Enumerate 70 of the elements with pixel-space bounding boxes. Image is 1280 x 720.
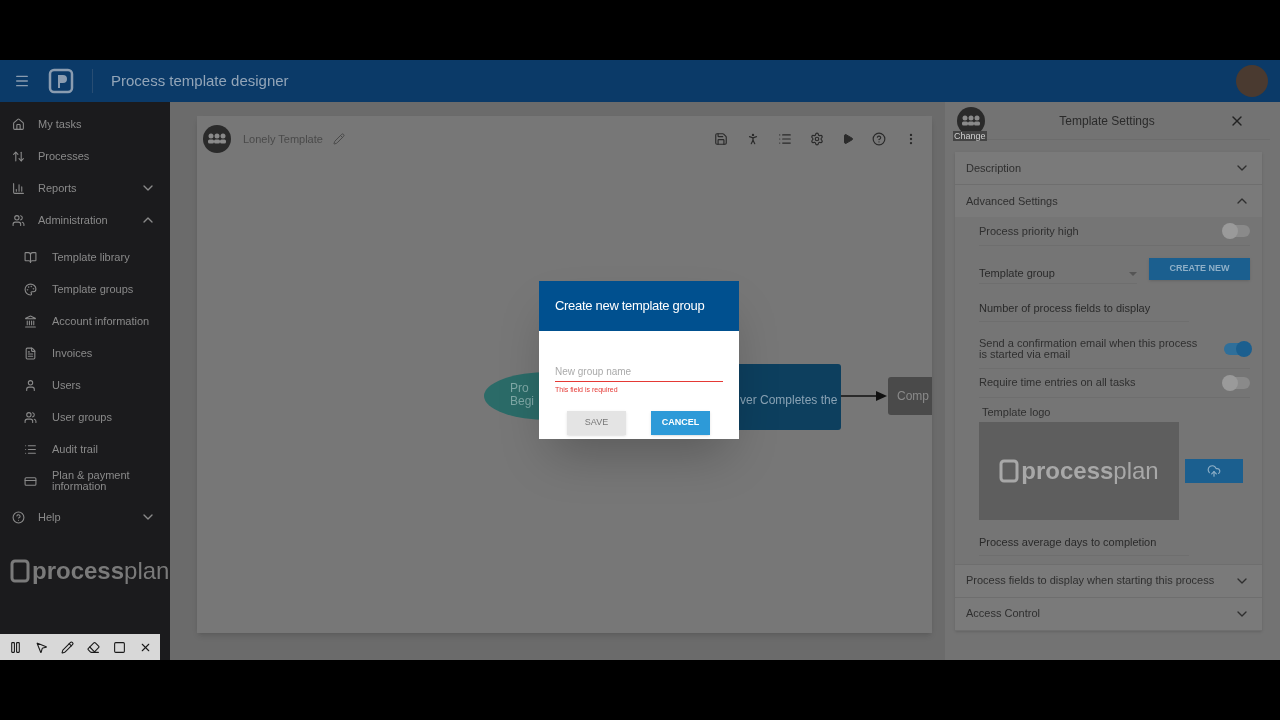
upload-icon bbox=[1207, 464, 1221, 478]
app-logo-icon bbox=[48, 68, 74, 94]
setting-label: Process priority high bbox=[979, 225, 1079, 237]
nav-icon bbox=[24, 314, 37, 328]
sidebar-subitem[interactable]: Plan & payment information bbox=[0, 465, 170, 497]
nav-icon bbox=[12, 510, 25, 524]
connector-arrow bbox=[841, 390, 887, 402]
end-node: Comp bbox=[888, 377, 932, 415]
nav-icon bbox=[24, 410, 37, 424]
nav-icon bbox=[24, 474, 37, 488]
logo-mark-icon bbox=[999, 459, 1020, 483]
sidebar-subitem[interactable]: Audit trail bbox=[0, 433, 170, 465]
upload-button[interactable] bbox=[1185, 459, 1243, 483]
logo-mark-icon bbox=[10, 559, 30, 583]
list-icon[interactable] bbox=[778, 132, 792, 146]
cursor-icon[interactable] bbox=[34, 640, 48, 654]
play-icon[interactable] bbox=[842, 133, 854, 145]
nav-icon bbox=[24, 442, 37, 456]
setting-label: Template logo bbox=[981, 404, 1052, 420]
setting-label: Send a confirmation email when this process is started via email bbox=[979, 337, 1199, 360]
eraser-icon[interactable] bbox=[86, 640, 100, 654]
sidebar-item[interactable]: Processes bbox=[0, 140, 170, 172]
sidebar-subitem[interactable]: Account information bbox=[0, 305, 170, 337]
sidebar-subitem[interactable]: Invoices bbox=[0, 337, 170, 369]
dialog-title: Create new template group bbox=[555, 297, 705, 316]
edit-icon[interactable] bbox=[332, 133, 345, 145]
sidebar-subitem[interactable]: Users bbox=[0, 369, 170, 401]
group-avatar-icon bbox=[203, 125, 231, 153]
change-avatar-label[interactable]: Change bbox=[953, 130, 987, 141]
pause-icon[interactable] bbox=[8, 640, 22, 654]
sidebar-subitem[interactable]: Template library bbox=[0, 241, 170, 273]
accordion-header[interactable]: Access Control bbox=[955, 597, 1262, 630]
logo-wordmark: processplan bbox=[1021, 456, 1159, 486]
dropdown-caret-icon bbox=[1129, 271, 1137, 276]
template-group-select[interactable]: Template group bbox=[979, 254, 1137, 284]
toggle-switch[interactable] bbox=[1224, 225, 1250, 237]
pencil-icon[interactable] bbox=[60, 640, 74, 654]
panel-title: Template Settings bbox=[1058, 112, 1156, 130]
accordion-header[interactable]: Description bbox=[955, 152, 1262, 184]
nav-icon bbox=[24, 250, 37, 264]
sidebar-subitem[interactable]: Template groups bbox=[0, 273, 170, 305]
toggle-switch[interactable] bbox=[1224, 342, 1250, 355]
settings-icon[interactable] bbox=[810, 132, 824, 146]
help-icon[interactable] bbox=[872, 132, 886, 146]
square-icon[interactable] bbox=[112, 640, 126, 654]
menu-icon[interactable] bbox=[14, 73, 30, 89]
sidebar-logo: processplan bbox=[32, 556, 170, 586]
accordion-header[interactable]: Advanced Settings bbox=[955, 185, 1262, 217]
toggle-switch[interactable] bbox=[1224, 376, 1250, 389]
sidebar-subitem[interactable]: User groups bbox=[0, 401, 170, 433]
input-field[interactable]: Number of process fields to display bbox=[979, 300, 1189, 322]
nav-icon bbox=[12, 149, 25, 163]
nav-icon bbox=[24, 378, 37, 392]
nav-icon bbox=[12, 181, 25, 195]
cancel-button[interactable]: CANCEL bbox=[651, 410, 710, 435]
save-icon[interactable] bbox=[714, 132, 728, 146]
nav-icon bbox=[12, 117, 25, 131]
nav-icon bbox=[24, 346, 37, 360]
nav-icon bbox=[12, 213, 25, 227]
page-title: Process template designer bbox=[111, 70, 289, 91]
sidebar-item[interactable]: Reports bbox=[0, 172, 170, 204]
group-name-field[interactable]: New group name bbox=[555, 364, 723, 382]
sidebar-item[interactable]: Help bbox=[0, 501, 170, 533]
sidebar-item[interactable]: Administration bbox=[0, 204, 170, 236]
nav-icon bbox=[24, 282, 37, 296]
input-field[interactable]: Process average days to completion bbox=[979, 534, 1189, 556]
sidebar-item[interactable]: My tasks bbox=[0, 108, 170, 140]
create-new-button[interactable]: CREATE NEW bbox=[1149, 258, 1250, 280]
accordion-header[interactable]: Process fields to display when starting this process bbox=[955, 564, 1262, 597]
setting-label: Require time entries on all tasks bbox=[979, 377, 1136, 388]
